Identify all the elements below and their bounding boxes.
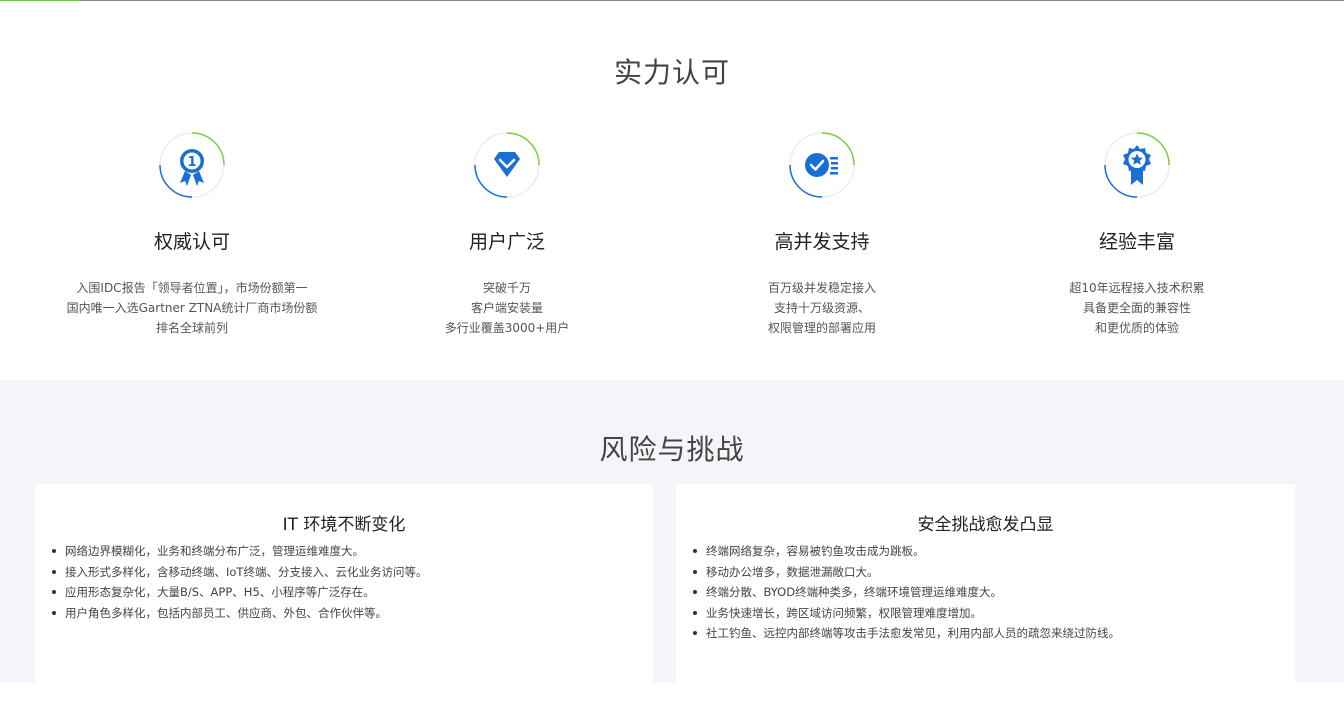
list-item: 接入形式多样化，含移动终端、IoT终端、分支接入、云化业务访问等。 — [52, 562, 653, 583]
feature-experience: 经验丰富 超10年远程接入技术积累 具备更全面的兼容性 和更优质的体验 — [987, 131, 1287, 338]
feature-title: 高并发支持 — [774, 231, 870, 253]
feature-line: 和更优质的体验 — [1094, 321, 1179, 335]
feature-description: 百万级并发稳定接入 支持十万级资源、 权限管理的部署应用 — [672, 278, 972, 338]
card-bullet-list: 终端网络复杂，容易被钓鱼攻击成为跳板。 移动办公增多，数据泄漏敞口大。 终端分散… — [676, 541, 1295, 644]
award-medal-icon: 1 — [158, 131, 226, 199]
feature-line: 具备更全面的兼容性 — [1082, 301, 1191, 315]
feature-description: 入围IDC报告「领导者位置」，市场份额第一 国内唯一入选Gartner ZTNA… — [42, 278, 342, 338]
strength-section: 实力认可 1 权威认可 入围IDC报告「领导者位置」，市场份额第一 国内唯一入选… — [0, 1, 1344, 380]
card-title: 安全挑战愈发凸显 — [917, 515, 1054, 535]
feature-description: 超10年远程接入技术积累 具备更全面的兼容性 和更优质的体验 — [987, 278, 1287, 338]
card-bullet-list: 网络边界模糊化，业务和终端分布广泛，管理运维难度大。 接入形式多样化，含移动终端… — [35, 541, 653, 623]
list-item: 业务快速增长，跨区域访问频繁，权限管理难度增加。 — [693, 603, 1295, 624]
list-item: 网络边界模糊化，业务和终端分布广泛，管理运维难度大。 — [52, 541, 653, 562]
card-it-environment: IT 环境不断变化 网络边界模糊化，业务和终端分布广泛，管理运维难度大。 接入形… — [35, 484, 653, 704]
risk-section-title: 风险与挑战 — [599, 433, 745, 466]
star-badge-icon — [1103, 131, 1171, 199]
feature-line: 多行业覆盖3000+用户 — [444, 321, 570, 335]
feature-line: 权限管理的部署应用 — [767, 321, 876, 335]
list-item: 终端分散、BYOD终端种类多，终端环境管理运维难度大。 — [693, 582, 1295, 603]
feature-line: 客户端安装量 — [470, 301, 543, 315]
feature-line: 百万级并发稳定接入 — [767, 281, 876, 295]
card-title: IT 环境不断变化 — [282, 515, 406, 535]
list-item: 终端网络复杂，容易被钓鱼攻击成为跳板。 — [693, 541, 1295, 562]
feature-concurrency: 高并发支持 百万级并发稳定接入 支持十万级资源、 权限管理的部署应用 — [672, 131, 972, 338]
check-list-icon — [788, 131, 856, 199]
feature-line: 入围IDC报告「领导者位置」，市场份额第一 — [76, 281, 308, 295]
svg-text:1: 1 — [187, 155, 196, 170]
feature-description: 突破千万 客户端安装量 多行业覆盖3000+用户 — [357, 278, 657, 338]
feature-title: 用户广泛 — [468, 231, 545, 253]
strength-section-title: 实力认可 — [613, 56, 730, 89]
feature-line: 国内唯一入选Gartner ZTNA统计厂商市场份额 — [66, 301, 318, 315]
feature-line: 排名全球前列 — [155, 321, 228, 335]
list-item: 应用形态复杂化，大量B/S、APP、H5、小程序等广泛存在。 — [52, 582, 653, 603]
diamond-icon — [473, 131, 541, 199]
feature-authority: 1 权威认可 入围IDC报告「领导者位置」，市场份额第一 国内唯一入选Gartn… — [42, 131, 342, 338]
feature-users: 用户广泛 突破千万 客户端安装量 多行业覆盖3000+用户 — [357, 131, 657, 338]
risk-section: 风险与挑战 IT 环境不断变化 网络边界模糊化，业务和终端分布广泛，管理运维难度… — [0, 380, 1344, 704]
feature-line: 突破千万 — [482, 281, 531, 295]
feature-line: 超10年远程接入技术积累 — [1069, 281, 1205, 295]
feature-title: 经验丰富 — [1098, 231, 1175, 253]
feature-title: 权威认可 — [153, 231, 230, 253]
list-item: 移动办公增多，数据泄漏敞口大。 — [693, 562, 1295, 583]
list-item: 社工钓鱼、远控内部终端等攻击手法愈发常见，利用内部人员的疏忽来绕过防线。 — [693, 623, 1295, 644]
feature-line: 支持十万级资源、 — [773, 301, 870, 315]
list-item: 用户角色多样化，包括内部员工、供应商、外包、合作伙伴等。 — [52, 603, 653, 624]
card-security-challenges: 安全挑战愈发凸显 终端网络复杂，容易被钓鱼攻击成为跳板。 移动办公增多，数据泄漏… — [676, 484, 1295, 704]
